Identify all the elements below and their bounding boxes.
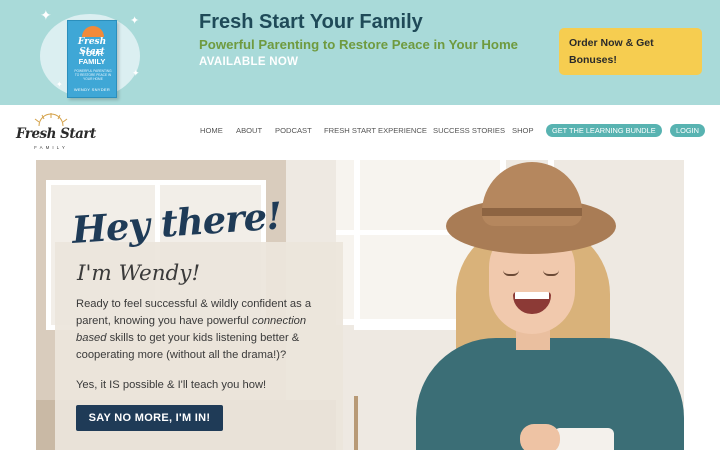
logo-family-text: FAMILY bbox=[34, 145, 68, 150]
nav-item-fresh-start-experience[interactable]: FRESH START EXPERIENCE bbox=[324, 125, 427, 137]
portrait-smile bbox=[513, 292, 551, 314]
wendy-portrait bbox=[416, 160, 684, 450]
hat-band bbox=[482, 208, 582, 216]
book-author: WENDY SNYDER bbox=[73, 87, 111, 92]
nav-menu: HOME ABOUT PODCAST FRESH START EXPERIENC… bbox=[0, 124, 720, 139]
nav-item-about[interactable]: ABOUT bbox=[236, 125, 262, 137]
portrait-eye bbox=[543, 270, 559, 276]
sparkle-icon: ✦ bbox=[56, 80, 63, 89]
banner-title: Fresh Start Your Family bbox=[199, 11, 423, 33]
login-button[interactable]: LOGIN bbox=[670, 124, 705, 137]
photo-plant-stem bbox=[354, 396, 358, 450]
nav-item-podcast[interactable]: PODCAST bbox=[275, 125, 312, 137]
banner-availability: AVAILABLE NOW bbox=[199, 56, 299, 68]
nav-item-success-stories[interactable]: SUCCESS STORIES bbox=[433, 125, 505, 137]
intro-paragraph: Ready to feel successful & wildly confid… bbox=[76, 296, 326, 364]
hat-crown bbox=[482, 162, 582, 226]
book-title-line2: FAMILY bbox=[78, 57, 106, 66]
coffee-mug bbox=[554, 428, 614, 450]
nav-item-shop[interactable]: SHOP bbox=[512, 125, 534, 137]
book-cover-image[interactable]: ✦ ✦ ✦ ✦ Fresh Start YOUR FAMILY POWERFUL… bbox=[38, 8, 148, 100]
banner-subtitle: Powerful Parenting to Restore Peace in Y… bbox=[199, 37, 519, 52]
name-heading: I'm Wendy! bbox=[77, 261, 201, 286]
intro-text: skills to get your kids listening better… bbox=[76, 332, 300, 361]
cta-button[interactable]: SAY NO MORE, I'M IN! bbox=[76, 405, 223, 431]
book-cover: Fresh Start YOUR FAMILY POWERFUL PARENTI… bbox=[67, 20, 117, 98]
book-subtitle: POWERFUL PARENTING TO RESTORE PEACE IN Y… bbox=[74, 69, 112, 81]
portrait-eye bbox=[503, 270, 519, 276]
promise-text: Yes, it IS possible & I'll teach you how… bbox=[76, 379, 267, 391]
portrait-hand bbox=[520, 424, 560, 450]
promo-banner: ✦ ✦ ✦ ✦ Fresh Start YOUR FAMILY POWERFUL… bbox=[0, 0, 720, 105]
learning-bundle-button[interactable]: GET THE LEARNING BUNDLE bbox=[546, 124, 662, 137]
sunrise-icon bbox=[82, 26, 104, 37]
main-nav: Fresh Start FAMILY HOME ABOUT PODCAST FR… bbox=[0, 105, 720, 160]
sparkle-icon: ✦ bbox=[132, 68, 140, 78]
nav-item-home[interactable]: HOME bbox=[200, 125, 223, 137]
order-now-button[interactable]: Order Now & Get Bonuses! bbox=[559, 28, 702, 75]
sparkle-icon: ✦ bbox=[40, 7, 52, 23]
sparkle-icon: ✦ bbox=[130, 15, 140, 27]
